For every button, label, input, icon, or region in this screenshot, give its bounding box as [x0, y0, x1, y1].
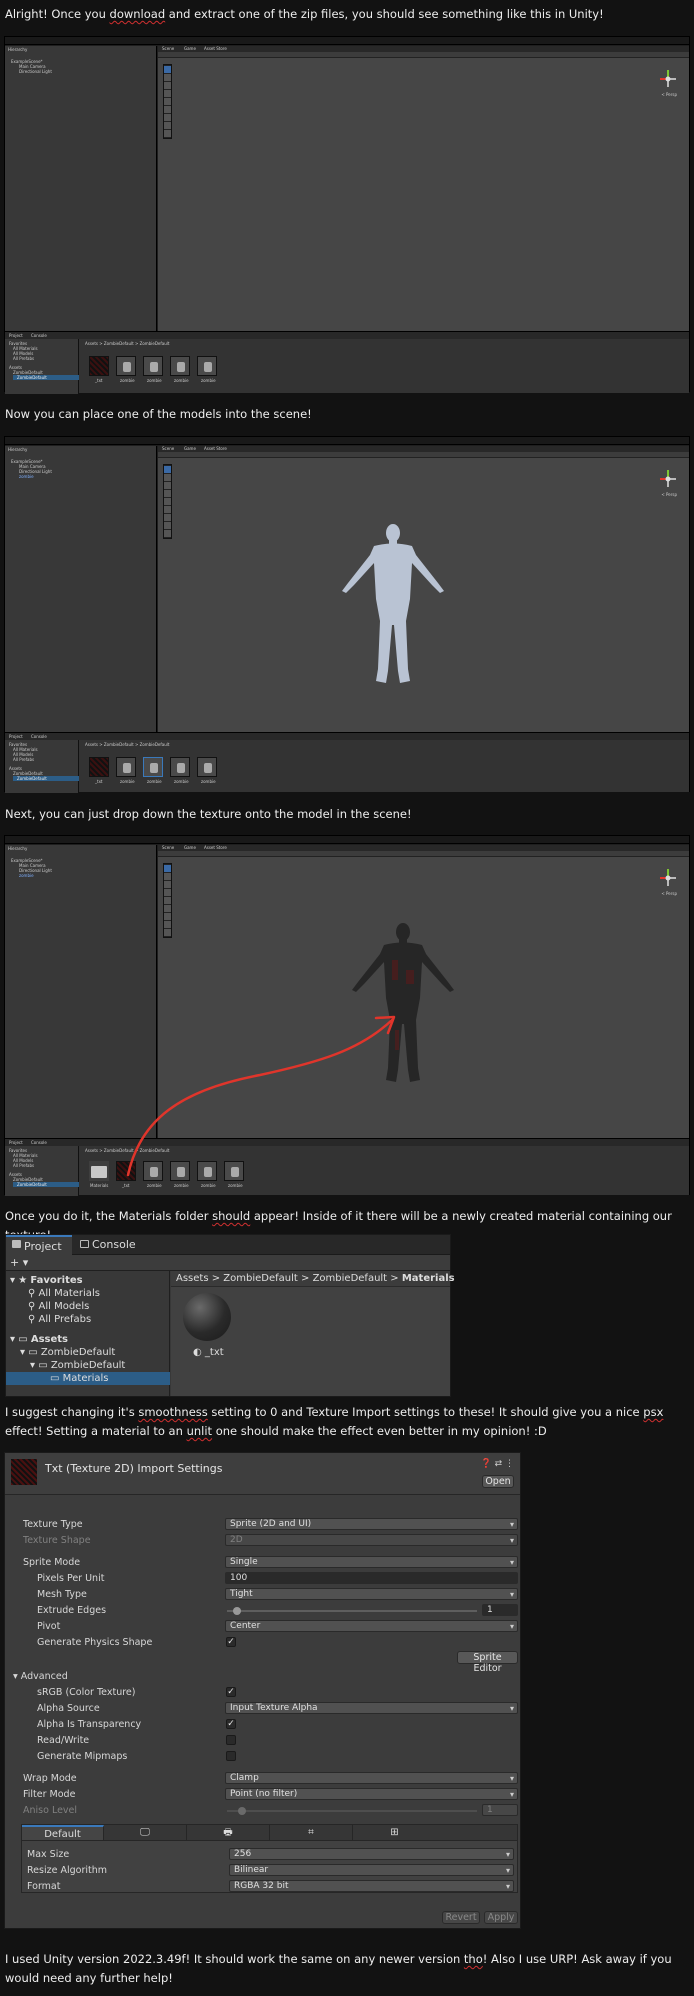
console-icon: [80, 1240, 89, 1248]
filter-mode-label: Filter Mode: [23, 1789, 76, 1800]
platform-tab-webgl[interactable]: ⌗: [270, 1825, 353, 1840]
alpha-transparency-checkbox[interactable]: ✓: [226, 1719, 236, 1729]
max-size-dropdown[interactable]: 256: [229, 1848, 514, 1860]
folder-zombiedefault-sub[interactable]: ▾ ▭ ZombieDefault: [30, 1359, 125, 1372]
alpha-source-dropdown[interactable]: Input Texture Alpha: [225, 1702, 518, 1714]
format-label: Format: [27, 1881, 61, 1892]
aniso-value: 1: [482, 1804, 518, 1816]
open-button[interactable]: Open: [482, 1475, 514, 1488]
read-write-label: Read/Write: [37, 1735, 90, 1746]
breadcrumb: Assets > ZombieDefault > ZombieDefault >…: [176, 1273, 455, 1284]
pivot-dropdown[interactable]: Center: [225, 1620, 518, 1632]
extrude-value[interactable]: 1: [482, 1604, 518, 1616]
platform-tab-android[interactable]: 🖶: [187, 1825, 270, 1840]
assets-folder[interactable]: ▾ ▭ Assets: [10, 1333, 68, 1346]
mipmaps-checkbox[interactable]: [226, 1751, 236, 1761]
alpha-source-label: Alpha Source: [37, 1703, 100, 1714]
inspector-title: Txt (Texture 2D) Import Settings: [45, 1462, 223, 1475]
add-button[interactable]: + ▾: [10, 1256, 28, 1269]
folder-zombiedefault[interactable]: ▾ ▭ ZombieDefault: [20, 1346, 115, 1359]
platform-tabs: Default 🖵 🖶 ⌗ ⊞: [21, 1824, 518, 1841]
pivot-label: Pivot: [37, 1621, 61, 1632]
platform-tab-windows[interactable]: ⊞: [353, 1825, 436, 1840]
mipmaps-label: Generate Mipmaps: [37, 1751, 128, 1762]
apply-button[interactable]: Apply: [484, 1911, 518, 1924]
texture-type-label: Texture Type: [23, 1519, 83, 1530]
texture-shape-dropdown: 2D: [225, 1534, 518, 1546]
extrude-slider[interactable]: [227, 1610, 477, 1612]
physics-shape-checkbox[interactable]: ✓: [226, 1637, 236, 1647]
project-content: Assets > ZombieDefault > ZombieDefault >…: [171, 1271, 455, 1396]
fav-all-materials[interactable]: ⚲ All Materials: [28, 1287, 100, 1300]
folder-materials[interactable]: ▭ Materials: [6, 1372, 170, 1385]
aniso-slider-handle: [238, 1807, 246, 1815]
mesh-type-label: Mesh Type: [37, 1589, 87, 1600]
wrap-mode-label: Wrap Mode: [23, 1773, 77, 1784]
revert-button[interactable]: Revert: [442, 1911, 480, 1924]
wrap-mode-dropdown[interactable]: Clamp: [225, 1772, 518, 1784]
aniso-slider: [227, 1810, 477, 1812]
mesh-type-dropdown[interactable]: Tight: [225, 1588, 518, 1600]
favorites-header[interactable]: ▾ ★ Favorites: [10, 1274, 83, 1287]
aniso-label: Aniso Level: [23, 1805, 78, 1816]
alpha-transparency-label: Alpha Is Transparency: [37, 1719, 142, 1730]
sprite-mode-dropdown[interactable]: Single: [225, 1556, 518, 1568]
max-size-label: Max Size: [27, 1849, 70, 1860]
read-write-checkbox[interactable]: [226, 1735, 236, 1745]
ppu-label: Pixels Per Unit: [37, 1573, 105, 1584]
texture-shape-label: Texture Shape: [23, 1535, 91, 1546]
platform-tab-default[interactable]: Default: [22, 1825, 104, 1840]
paragraph-settings-tip: I suggest changing it's smoothness setti…: [5, 1405, 664, 1438]
srgb-checkbox[interactable]: ✓: [226, 1687, 236, 1697]
format-dropdown[interactable]: RGBA 32 bit: [229, 1880, 514, 1892]
sprite-mode-label: Sprite Mode: [23, 1557, 81, 1568]
project-icon: [12, 1240, 21, 1248]
resize-dropdown[interactable]: Bilinear: [229, 1864, 514, 1876]
platform-tab-standalone[interactable]: 🖵: [104, 1825, 187, 1840]
physics-shape-label: Generate Physics Shape: [37, 1637, 153, 1648]
ppu-input[interactable]: 100: [225, 1572, 518, 1584]
texture-type-dropdown[interactable]: Sprite (2D and UI): [225, 1518, 518, 1530]
material-label[interactable]: ◐ _txt: [193, 1347, 224, 1358]
texture-thumbnail: [11, 1459, 37, 1485]
extrude-label: Extrude Edges: [37, 1605, 107, 1616]
fav-all-prefabs[interactable]: ⚲ All Prefabs: [28, 1313, 91, 1326]
help-icon[interactable]: ❓ ⇄ ⋮: [481, 1459, 514, 1469]
texture-import-inspector: Txt (Texture 2D) Import Settings ❓ ⇄ ⋮ O…: [4, 1452, 521, 1929]
project-window: Project Console + ▾ ▾ ★ Favorites ⚲ All …: [5, 1234, 455, 1397]
material-sphere-thumbnail[interactable]: [183, 1293, 231, 1341]
resize-label: Resize Algorithm: [27, 1865, 107, 1876]
sprite-editor-button[interactable]: Sprite Editor: [457, 1651, 518, 1674]
filter-mode-dropdown[interactable]: Point (no filter): [225, 1788, 518, 1800]
project-sidebar: ▾ ★ Favorites ⚲ All Materials ⚲ All Mode…: [6, 1271, 170, 1396]
advanced-foldout[interactable]: ▾ Advanced: [13, 1671, 68, 1682]
fav-all-models[interactable]: ⚲ All Models: [28, 1300, 89, 1313]
extrude-slider-handle[interactable]: [233, 1607, 241, 1615]
srgb-label: sRGB (Color Texture): [37, 1687, 136, 1698]
paragraph-version-note: I used Unity version 2022.3.49f! It shou…: [5, 1952, 672, 1985]
